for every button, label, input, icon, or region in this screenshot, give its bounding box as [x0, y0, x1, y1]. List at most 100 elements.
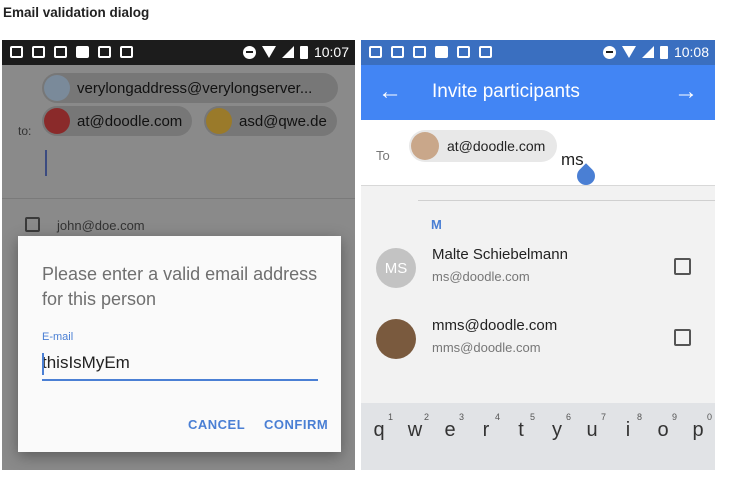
contact-email: mms@doodle.com	[432, 340, 541, 355]
avatar	[44, 75, 70, 101]
contact-name: mms@doodle.com	[432, 317, 558, 334]
avatar: MS	[376, 248, 416, 288]
contact-checkbox[interactable]	[674, 329, 691, 346]
key-char: p	[692, 419, 704, 441]
forward-arrow-icon[interactable]: →	[674, 78, 698, 106]
key-w[interactable]: 2w	[400, 412, 430, 442]
key-char: i	[625, 419, 631, 441]
contact-row[interactable]: mms@doodle.com mms@doodle.com	[361, 307, 715, 377]
clipboard-notification-icon	[479, 46, 492, 58]
contact-checkbox[interactable]	[674, 258, 691, 275]
image-notification-icon	[10, 46, 23, 58]
to-label: to:	[18, 124, 32, 138]
recipients-field[interactable]: To at@doodle.com ms	[361, 120, 715, 189]
avatar	[376, 319, 416, 359]
wifi-icon	[261, 46, 276, 58]
right-phone-screen: 10:08 ← Invite participants → To at@dood…	[361, 40, 715, 470]
battery-icon	[299, 45, 308, 59]
recipient-chip[interactable]: at@doodle.com	[409, 130, 558, 162]
email-validation-dialog: Please enter a valid email address for t…	[18, 236, 341, 452]
email-field-label: E-mail	[42, 331, 74, 343]
divider	[2, 198, 355, 199]
key-char: e	[444, 419, 456, 441]
dialog-message: Please enter a valid email address for t…	[42, 264, 318, 309]
image-notification-icon	[369, 46, 382, 58]
key-r[interactable]: 4r	[471, 412, 501, 442]
to-label: To	[376, 148, 390, 163]
key-u[interactable]: 7u	[577, 412, 607, 442]
chip-label: at@doodle.com	[447, 138, 546, 154]
key-char: t	[518, 419, 524, 441]
key-e[interactable]: 3e	[435, 412, 465, 442]
do-not-disturb-icon	[602, 45, 616, 59]
key-number: 5	[529, 412, 535, 422]
key-number: 8	[636, 412, 642, 422]
battery-icon	[659, 45, 668, 59]
status-time: 10:07	[313, 44, 349, 60]
contact-row[interactable]: MS Malte Schiebelmann ms@doodle.com	[361, 236, 715, 306]
recipient-chip[interactable]: at@doodle.com	[42, 106, 193, 136]
clipboard-notification-icon	[120, 46, 133, 58]
key-number: 9	[671, 412, 677, 422]
android-notification-icon	[435, 46, 448, 58]
recipient-chip[interactable]: asd@qwe.de	[204, 106, 337, 136]
calendar-notification-icon	[98, 46, 111, 58]
avatar	[411, 132, 439, 160]
status-bar: 10:08	[361, 40, 715, 65]
typed-text: ms	[561, 150, 584, 169]
contact-email: ms@doodle.com	[432, 269, 530, 284]
email-field[interactable]	[42, 347, 318, 381]
key-char: o	[657, 419, 669, 441]
contact-name: Malte Schiebelmann	[432, 246, 568, 263]
mail-notification-icon	[32, 46, 45, 58]
avatar	[206, 108, 232, 134]
calendar-notification-icon	[457, 46, 470, 58]
key-o[interactable]: 9o	[648, 412, 678, 442]
keyboard: 1q 2w 3e 4r 5t 6y 7u 8i 9o 0p	[361, 403, 715, 470]
key-char: y	[552, 419, 562, 441]
wifi-icon	[621, 46, 636, 58]
text-cursor	[45, 150, 47, 176]
contact-email: john@doe.com	[57, 218, 145, 233]
section-letter: M	[431, 217, 442, 232]
key-char: w	[407, 419, 423, 441]
key-number: 0	[706, 412, 712, 422]
download-notification-icon	[413, 46, 426, 58]
key-number: 4	[494, 412, 500, 422]
chip-label: verylongaddress@verylongserver...	[77, 79, 313, 97]
key-number: 6	[565, 412, 571, 422]
key-number: 7	[600, 412, 606, 422]
page-heading: Email validation dialog	[3, 5, 150, 20]
android-notification-icon	[76, 46, 89, 58]
key-char: r	[482, 419, 490, 441]
status-time: 10:08	[673, 44, 709, 60]
status-bar: 10:07	[2, 40, 355, 65]
key-y[interactable]: 6y	[542, 412, 572, 442]
key-t[interactable]: 5t	[506, 412, 536, 442]
key-number: 2	[423, 412, 429, 422]
text-cursor	[42, 353, 44, 375]
recipient-chip[interactable]: verylongaddress@verylongserver...	[42, 73, 338, 103]
signal-icon	[281, 46, 294, 58]
chip-label: asd@qwe.de	[239, 112, 327, 130]
avatar	[44, 108, 70, 134]
chip-label: at@doodle.com	[77, 112, 183, 130]
key-i[interactable]: 8i	[613, 412, 643, 442]
confirm-button[interactable]: CONFIRM	[264, 417, 328, 432]
key-char: q	[373, 419, 385, 441]
left-phone-screen: 10:07 verylongaddress@verylongserver... …	[2, 40, 355, 470]
key-number: 1	[387, 412, 393, 422]
mail-notification-icon	[391, 46, 404, 58]
key-number: 3	[458, 412, 464, 422]
app-bar: ← Invite participants →	[361, 65, 715, 120]
key-p[interactable]: 0p	[683, 412, 713, 442]
key-char: u	[586, 419, 598, 441]
contact-checkbox[interactable]	[25, 217, 40, 232]
cancel-button[interactable]: CANCEL	[188, 417, 245, 432]
do-not-disturb-icon	[242, 45, 256, 59]
back-arrow-icon[interactable]: ←	[378, 78, 402, 106]
key-q[interactable]: 1q	[364, 412, 394, 442]
download-notification-icon	[54, 46, 67, 58]
section-divider	[418, 200, 715, 201]
page-title: Invite participants	[432, 81, 580, 102]
